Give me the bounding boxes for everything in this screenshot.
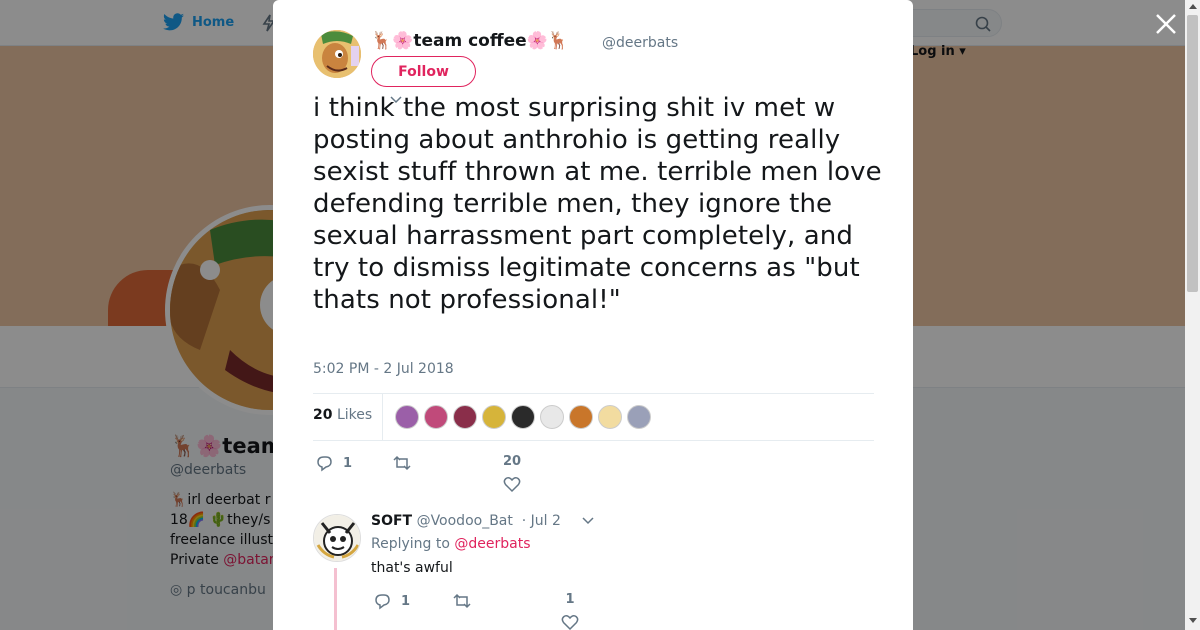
- liker-avatar[interactable]: [511, 405, 535, 429]
- scroll-up-arrow[interactable]: [1189, 4, 1197, 9]
- heart-icon: [503, 477, 521, 493]
- scrollbar[interactable]: [1185, 0, 1200, 630]
- replying-to: Replying to @deerbats: [371, 536, 531, 552]
- likes-stat[interactable]: 20 Likes: [313, 407, 372, 423]
- reply-author-avatar[interactable]: [313, 514, 361, 562]
- chevron-down-icon[interactable]: [581, 516, 595, 526]
- replying-to-link[interactable]: @deerbats: [454, 536, 530, 552]
- reply-icon: [317, 456, 332, 472]
- author-handle[interactable]: @deerbats: [602, 35, 678, 51]
- tweet-modal: 🦌🌸team coffee🌸🦌 @deerbats Follow i think…: [273, 0, 913, 630]
- liker-avatar[interactable]: [598, 405, 622, 429]
- follow-button[interactable]: Follow: [371, 56, 476, 87]
- heart-icon: [561, 615, 579, 630]
- liker-avatar[interactable]: [453, 405, 477, 429]
- close-icon[interactable]: [1153, 11, 1179, 37]
- liker-avatars: [395, 405, 651, 429]
- tweet-stats: 20 Likes: [313, 393, 874, 441]
- tweet-text: i think the most surprising shit iv met …: [313, 93, 882, 315]
- scroll-thumb[interactable]: [1187, 15, 1198, 292]
- reply-action[interactable]: 1: [315, 454, 352, 472]
- divider: [382, 394, 383, 440]
- liker-avatar[interactable]: [482, 405, 506, 429]
- liker-avatar[interactable]: [395, 405, 419, 429]
- deer-avatar-icon: [313, 30, 361, 78]
- author-name[interactable]: 🦌🌸team coffee🌸🦌: [371, 31, 569, 51]
- liker-avatar[interactable]: [540, 405, 564, 429]
- tweet-timestamp[interactable]: 5:02 PM - 2 Jul 2018: [313, 361, 454, 377]
- thread-line: [334, 568, 337, 630]
- bat-avatar-icon: [314, 515, 360, 561]
- liker-avatar[interactable]: [627, 405, 651, 429]
- reply-text: that's awful: [371, 560, 453, 576]
- reply-tweet[interactable]: SOFT @Voodoo_Bat · Jul 2 Replying to @de…: [313, 512, 874, 630]
- author-avatar[interactable]: [313, 30, 361, 78]
- reply-author[interactable]: SOFT @Voodoo_Bat · Jul 2: [371, 513, 561, 529]
- retweet-action[interactable]: [393, 454, 421, 472]
- like-action[interactable]: 20: [503, 454, 521, 493]
- scroll-down-arrow[interactable]: [1189, 618, 1197, 623]
- retweet-icon: [393, 455, 411, 471]
- reply-retweet-action[interactable]: [453, 592, 471, 610]
- reply-like-action[interactable]: 1: [561, 592, 579, 630]
- reply-actions: 1 1: [371, 592, 671, 630]
- liker-avatar[interactable]: [424, 405, 448, 429]
- liker-avatar[interactable]: [569, 405, 593, 429]
- reply-icon: [375, 594, 390, 610]
- retweet-icon: [453, 593, 471, 609]
- tweet-actions: 1 20: [313, 450, 874, 500]
- reply-reply-action[interactable]: 1: [373, 592, 410, 610]
